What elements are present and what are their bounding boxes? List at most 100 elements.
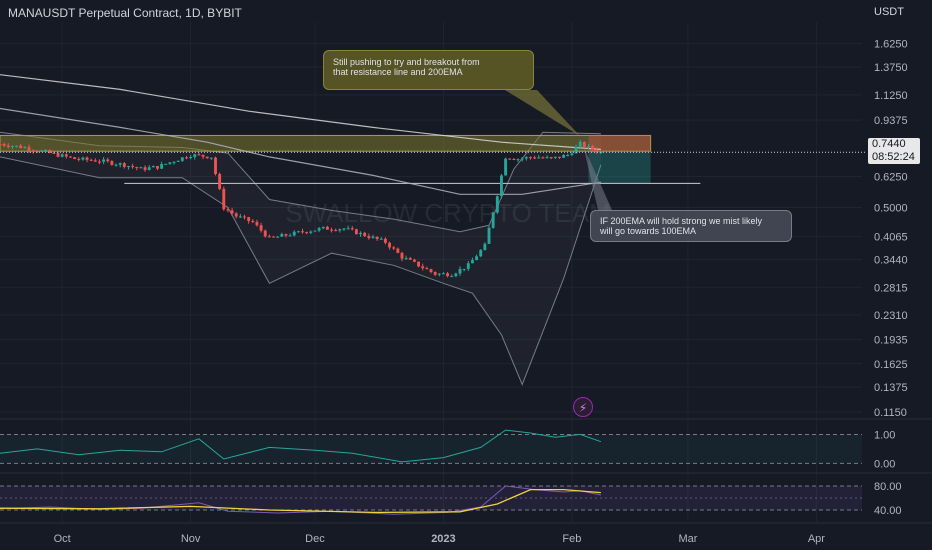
candle	[458, 268, 462, 274]
candle	[400, 252, 404, 259]
candle	[0, 143, 2, 145]
lightning-bolt-icon[interactable]: ⚡	[573, 397, 593, 417]
candle	[234, 213, 238, 217]
candle	[77, 159, 81, 161]
candle	[156, 166, 159, 169]
osc-tick-label: 0.00	[874, 458, 895, 470]
candle	[214, 157, 217, 175]
x-tick-label: Mar	[678, 533, 697, 545]
candle	[106, 159, 110, 162]
candle	[533, 157, 537, 159]
candle	[276, 236, 280, 238]
candle	[39, 150, 43, 152]
candle	[172, 161, 176, 163]
y-tick-label: 0.1150	[874, 407, 907, 419]
candle	[578, 142, 582, 147]
candle	[359, 232, 362, 235]
candle	[110, 161, 114, 165]
annotation-text: IF 200EMA will hold strong we mist likel…	[600, 216, 763, 226]
candle	[143, 167, 147, 170]
candle	[284, 234, 288, 236]
candle	[56, 152, 60, 157]
candle	[529, 157, 532, 159]
candle	[504, 158, 508, 176]
candle	[176, 160, 180, 162]
candle	[309, 231, 313, 233]
y-tick-label: 1.6250	[874, 39, 908, 51]
candle	[160, 163, 164, 169]
candle	[450, 276, 454, 278]
candle	[164, 163, 168, 165]
candle	[330, 229, 333, 231]
candle	[483, 243, 487, 251]
y-tick-label: 1.3750	[874, 62, 908, 74]
candle	[222, 188, 226, 210]
candle	[500, 175, 503, 197]
candle	[446, 273, 450, 277]
candle	[151, 166, 155, 168]
candle	[81, 157, 85, 160]
y-tick-label: 0.5000	[874, 203, 908, 215]
candle	[102, 159, 106, 162]
osc-tick-label: 1.00	[874, 429, 895, 441]
candle	[325, 226, 329, 230]
candle	[185, 157, 188, 159]
candle	[280, 234, 284, 237]
candle	[122, 163, 126, 167]
candle	[238, 216, 242, 218]
candle	[433, 271, 437, 275]
candle	[383, 238, 387, 243]
y-tick-label: 0.2815	[874, 282, 908, 294]
resistance-zone	[0, 134, 652, 152]
candle	[98, 161, 101, 163]
candle	[292, 231, 296, 236]
candle	[64, 154, 68, 157]
candle	[466, 263, 470, 269]
candle	[6, 145, 10, 147]
y-tick-label: 0.3440	[874, 255, 908, 267]
rsi-tick-label: 80.00	[874, 481, 902, 493]
candle	[321, 226, 325, 229]
candle	[396, 248, 400, 253]
x-tick-label: Oct	[54, 533, 71, 545]
annotation-breakout[interactable]: Still pushing to try and breakout from t…	[323, 50, 534, 90]
candle	[454, 273, 458, 277]
y-tick-label: 0.1935	[874, 334, 908, 346]
candle	[475, 256, 479, 261]
candle	[367, 236, 371, 238]
candle	[495, 196, 499, 213]
candle	[520, 158, 524, 160]
candle	[334, 230, 338, 232]
candle	[508, 158, 512, 160]
candle	[127, 166, 130, 168]
candle	[85, 157, 89, 160]
candle	[545, 157, 549, 159]
candle	[27, 147, 31, 151]
candle	[189, 157, 193, 159]
candle	[263, 230, 267, 237]
y-tick-label: 0.6250	[874, 172, 908, 184]
candle	[296, 231, 300, 233]
candle	[168, 162, 172, 164]
candle	[2, 144, 6, 146]
candle	[52, 152, 56, 154]
candle	[180, 157, 184, 161]
candle	[267, 236, 271, 238]
candle	[114, 164, 118, 166]
candle	[131, 166, 135, 168]
candle	[255, 221, 259, 226]
candle	[19, 145, 23, 149]
annotation-200ema[interactable]: IF 200EMA will hold strong we mist likel…	[590, 210, 792, 242]
candle	[549, 157, 553, 159]
currency-label: USDT	[874, 6, 904, 18]
candle	[317, 228, 321, 231]
chart-title: MANAUSDT Perpetual Contract, 1D, BYBIT	[8, 6, 242, 20]
candle	[354, 229, 358, 235]
candle	[73, 157, 77, 160]
candle	[193, 154, 197, 158]
candle	[558, 156, 561, 158]
candle	[516, 159, 520, 161]
candle	[487, 227, 491, 244]
candle	[388, 242, 392, 248]
y-tick-label: 0.2310	[874, 310, 908, 322]
